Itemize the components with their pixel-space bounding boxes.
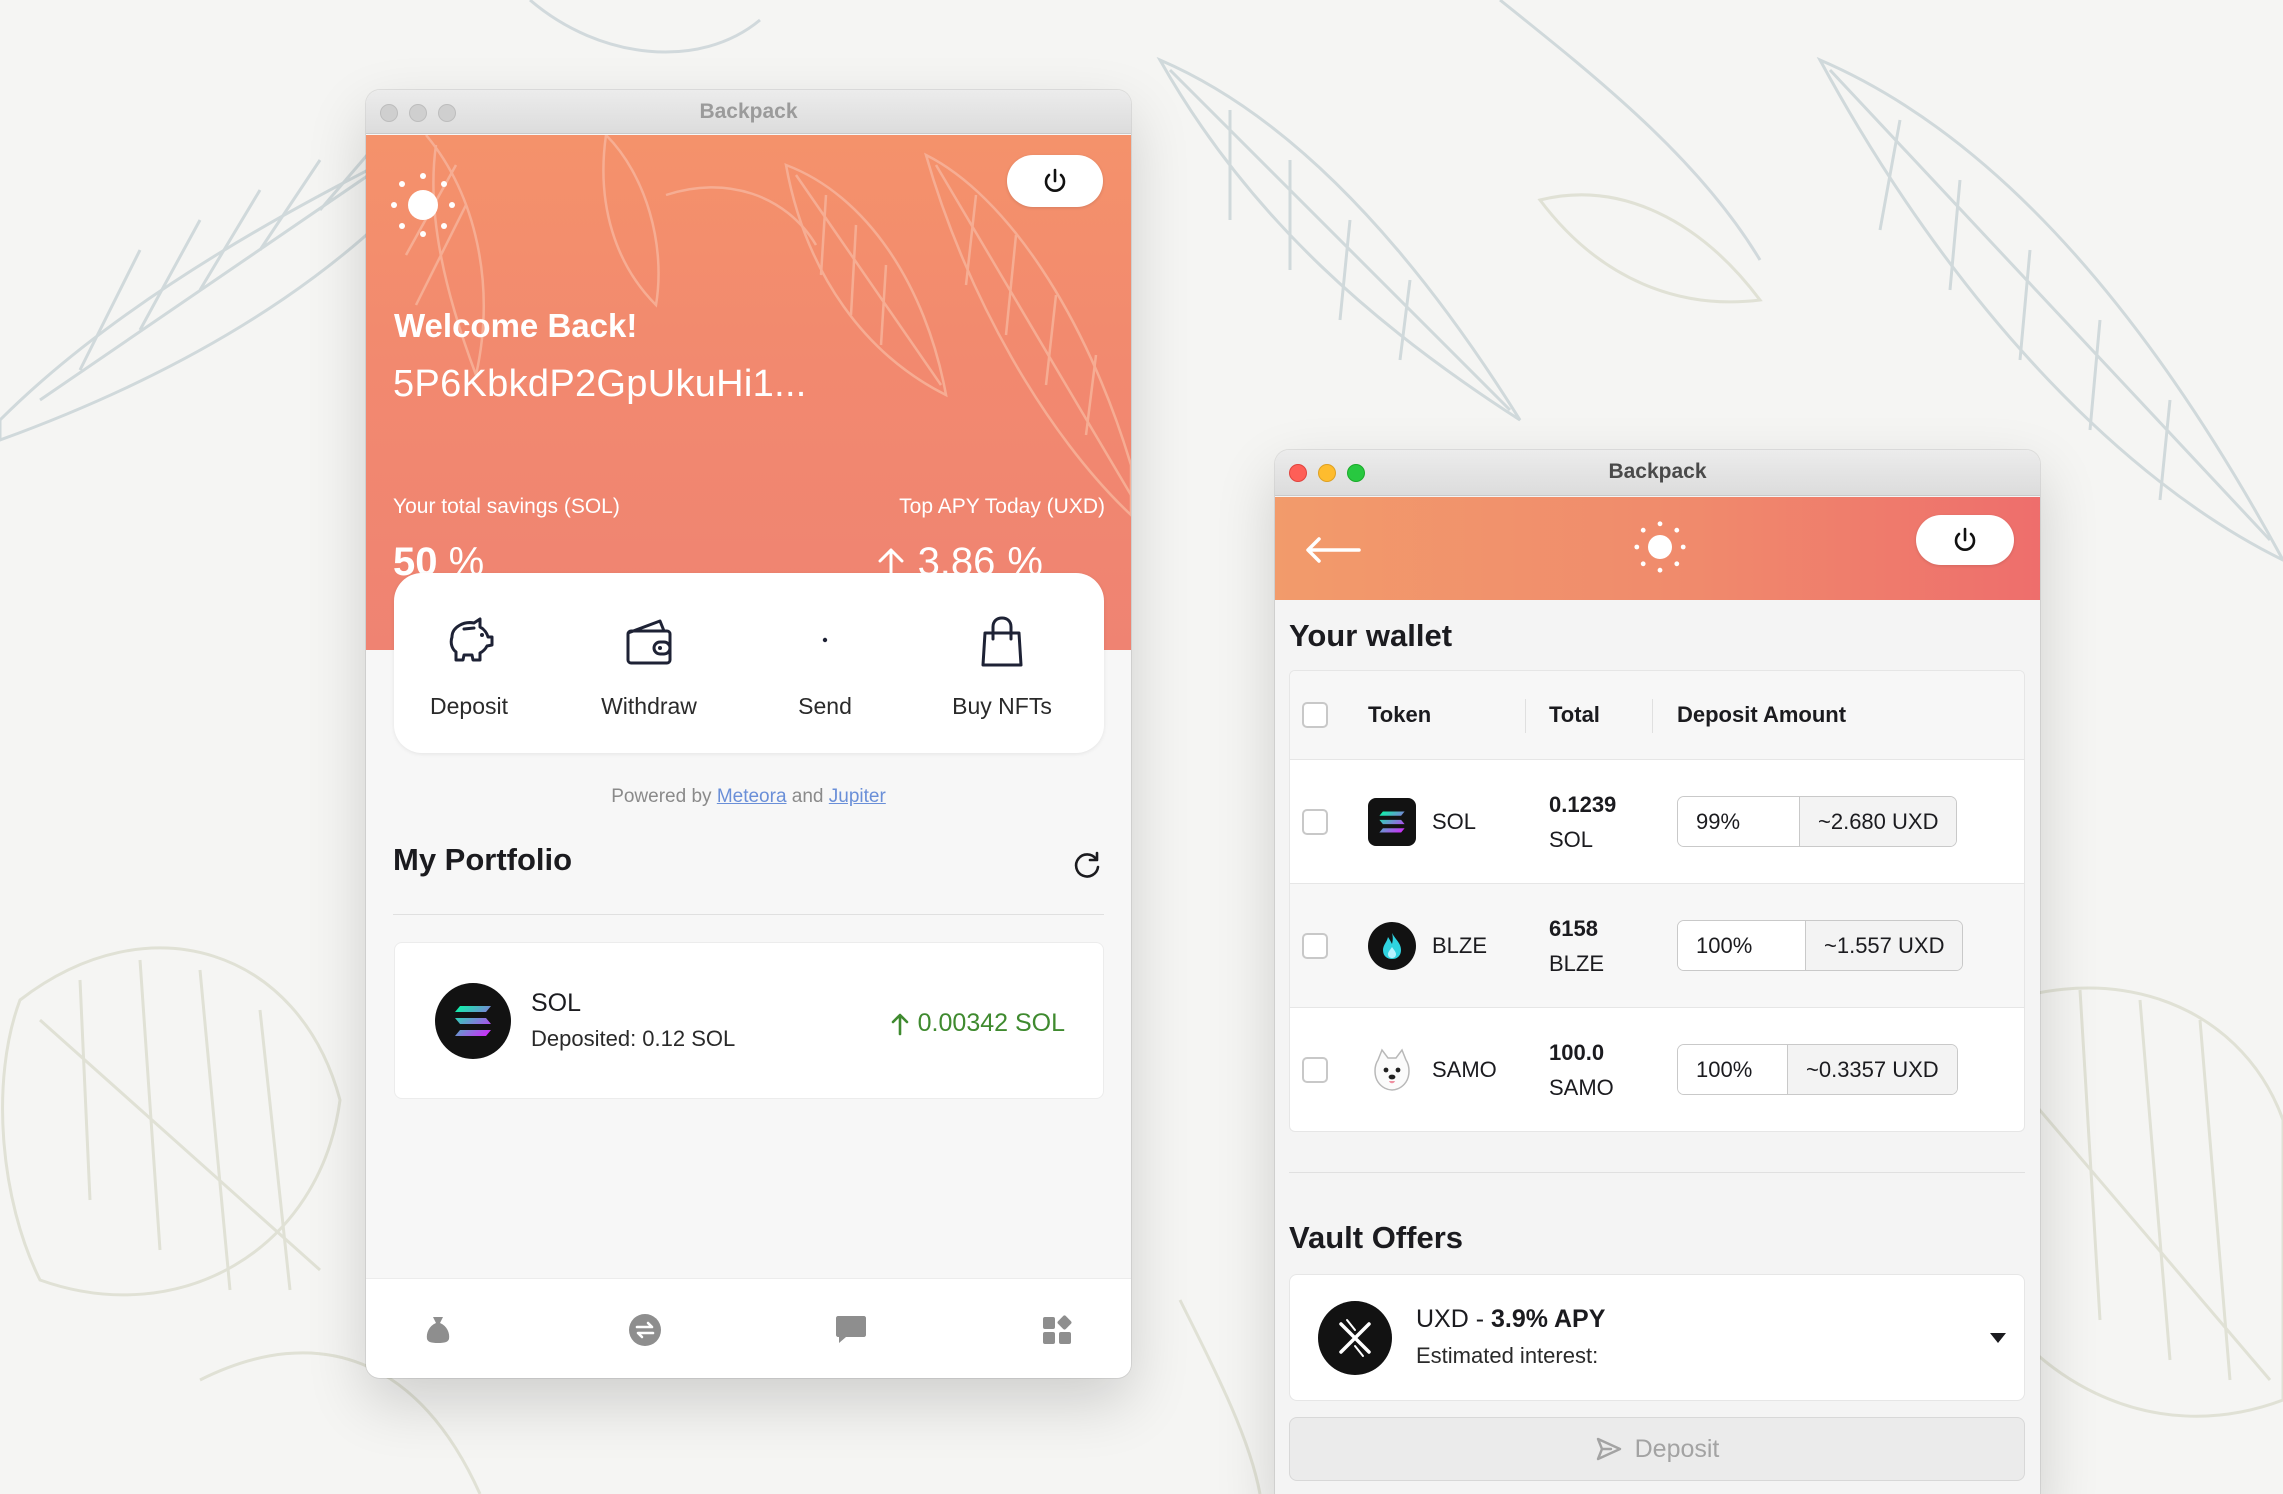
solana-logo-icon <box>1368 798 1416 846</box>
portfolio-title: My Portfolio <box>393 842 573 877</box>
swap-icon <box>629 1314 661 1346</box>
buy-nfts-action-button[interactable]: Buy NFTs <box>927 573 1077 753</box>
total-amount: 100.0 <box>1549 1040 1605 1065</box>
deposit-uxd-estimate: ~1.557 UXD <box>1806 921 1963 970</box>
solana-logo-icon <box>435 983 511 1059</box>
send-icon <box>798 615 852 670</box>
send-action-button[interactable]: Send <box>750 573 900 753</box>
column-token: Token <box>1368 702 1432 727</box>
wallet-header <box>1275 497 2040 600</box>
piggy-bank-icon <box>442 615 496 670</box>
deposit-uxd-estimate: ~2.680 UXD <box>1800 797 1957 846</box>
window-title: Backpack <box>699 100 798 123</box>
portfolio-item-sol[interactable]: SOL Deposited: 0.12 SOL 0.00342 SOL <box>394 942 1104 1099</box>
action-bar: Deposit Withdraw Send Buy NFTs <box>394 573 1104 753</box>
table-header: Token Total Deposit Amount <box>1290 671 2024 760</box>
wallet-table: Token Total Deposit Amount SOL 0.1239 SO… <box>1289 670 2025 1132</box>
token-name: SOL <box>1432 809 1477 834</box>
deposit-button[interactable]: Deposit <box>1289 1417 2025 1481</box>
token-name: SAMO <box>1432 1057 1497 1082</box>
apy-label: Top APY Today (UXD) <box>899 495 1105 518</box>
deposit-uxd-estimate: ~0.3357 UXD <box>1788 1045 1957 1094</box>
tab-apps[interactable] <box>1041 1313 1075 1352</box>
total-unit: SOL <box>1549 827 1594 852</box>
chevron-down-icon[interactable] <box>1990 1333 2006 1343</box>
bottom-tab-bar <box>366 1278 1131 1378</box>
welcome-heading: Welcome Back! <box>394 307 638 344</box>
portfolio-token-name: SOL <box>531 989 582 1017</box>
power-button[interactable] <box>1916 515 2014 565</box>
meteora-link[interactable]: Meteora <box>717 786 787 807</box>
uxd-logo-icon <box>1318 1301 1392 1375</box>
vault-offers-title: Vault Offers <box>1289 1220 1463 1255</box>
title-bar: Backpack <box>1275 450 2040 496</box>
power-icon <box>1954 527 1976 551</box>
power-button[interactable] <box>1007 155 1103 207</box>
deposit-amount-field: 100% ~0.3357 UXD <box>1677 1044 1958 1095</box>
deposit-percent-input[interactable]: 100% <box>1678 921 1806 970</box>
savings-label: Your total savings (SOL) <box>393 495 620 518</box>
deposit-action-button[interactable]: Deposit <box>394 573 544 753</box>
powered-by-text: Powered by Meteora and Jupiter <box>611 786 886 807</box>
sun-logo-icon <box>388 170 458 245</box>
send-action-label: Send <box>798 693 852 719</box>
select-all-checkbox[interactable] <box>1302 702 1328 728</box>
wallet-title: Your wallet <box>1289 618 1453 653</box>
deposit-percent-input[interactable]: 100% <box>1678 1045 1788 1094</box>
total-amount: 0.1239 <box>1549 792 1617 817</box>
arrow-up-icon <box>891 1013 908 1035</box>
jupiter-link[interactable]: Jupiter <box>829 786 886 807</box>
chat-icon <box>836 1316 866 1343</box>
wallet-address[interactable]: 5P6KbkdP2GpUkuHi1... <box>393 363 807 406</box>
column-deposit-amount: Deposit Amount <box>1677 702 1847 727</box>
table-row: SAMO 100.0 SAMO 100% ~0.3357 UXD <box>1290 1008 2024 1131</box>
power-icon <box>1044 168 1066 192</box>
pouch-icon <box>426 1317 450 1343</box>
vault-estimated-interest: Estimated interest: <box>1416 1343 1599 1368</box>
tab-swap[interactable] <box>628 1313 662 1352</box>
back-arrow-icon[interactable] <box>1303 532 1363 573</box>
row-checkbox[interactable] <box>1302 933 1328 959</box>
divider <box>1289 1172 2025 1173</box>
title-bar: Backpack <box>366 90 1131 134</box>
deposit-amount-field: 100% ~1.557 UXD <box>1677 920 1964 971</box>
portfolio-deposited: Deposited: 0.12 SOL <box>531 1026 736 1051</box>
withdraw-action-label: Withdraw <box>601 693 697 719</box>
blaze-logo-icon <box>1368 922 1416 970</box>
table-row: BLZE 6158 BLZE 100% ~1.557 UXD <box>1290 884 2024 1008</box>
withdraw-action-button[interactable]: Withdraw <box>574 573 724 753</box>
window-title: Backpack <box>1608 460 1707 483</box>
total-unit: SAMO <box>1549 1075 1614 1100</box>
tab-chat[interactable] <box>834 1313 868 1350</box>
total-unit: BLZE <box>1549 951 1605 976</box>
apps-icon <box>1043 1315 1072 1344</box>
row-checkbox[interactable] <box>1302 1057 1328 1083</box>
divider <box>393 914 1104 915</box>
send-icon <box>1596 1437 1621 1461</box>
buy-nfts-action-label: Buy NFTs <box>952 693 1052 719</box>
deposit-action-label: Deposit <box>430 693 508 719</box>
total-amount: 6158 <box>1549 916 1598 941</box>
table-row: SOL 0.1239 SOL 99% ~2.680 UXD <box>1290 760 2024 884</box>
tab-pouch[interactable] <box>422 1313 454 1350</box>
backpack-window-wallet: Backpack Your wallet Token Total Deposit… <box>1275 450 2040 1494</box>
backpack-window-main: Backpack Welcome Back! 5P6KbkdP2GpUkuHi1… <box>366 90 1131 1378</box>
shopping-bag-icon <box>977 615 1027 674</box>
deposit-percent-input[interactable]: 99% <box>1678 797 1800 846</box>
portfolio-gain: 0.00342 SOL <box>890 1009 1065 1038</box>
vault-offer-uxd[interactable]: UXD - 3.9% APY Estimated interest: <box>1289 1274 2025 1401</box>
deposit-amount-field: 99% ~2.680 UXD <box>1677 796 1958 847</box>
token-name: BLZE <box>1432 933 1488 958</box>
samo-logo-icon <box>1368 1046 1416 1094</box>
wallet-icon <box>622 615 676 674</box>
column-total: Total <box>1549 702 1600 727</box>
refresh-icon[interactable] <box>1072 850 1102 885</box>
row-checkbox[interactable] <box>1302 809 1328 835</box>
sun-logo-icon <box>1632 519 1688 580</box>
vault-offer-title: UXD - 3.9% APY <box>1416 1305 1606 1333</box>
